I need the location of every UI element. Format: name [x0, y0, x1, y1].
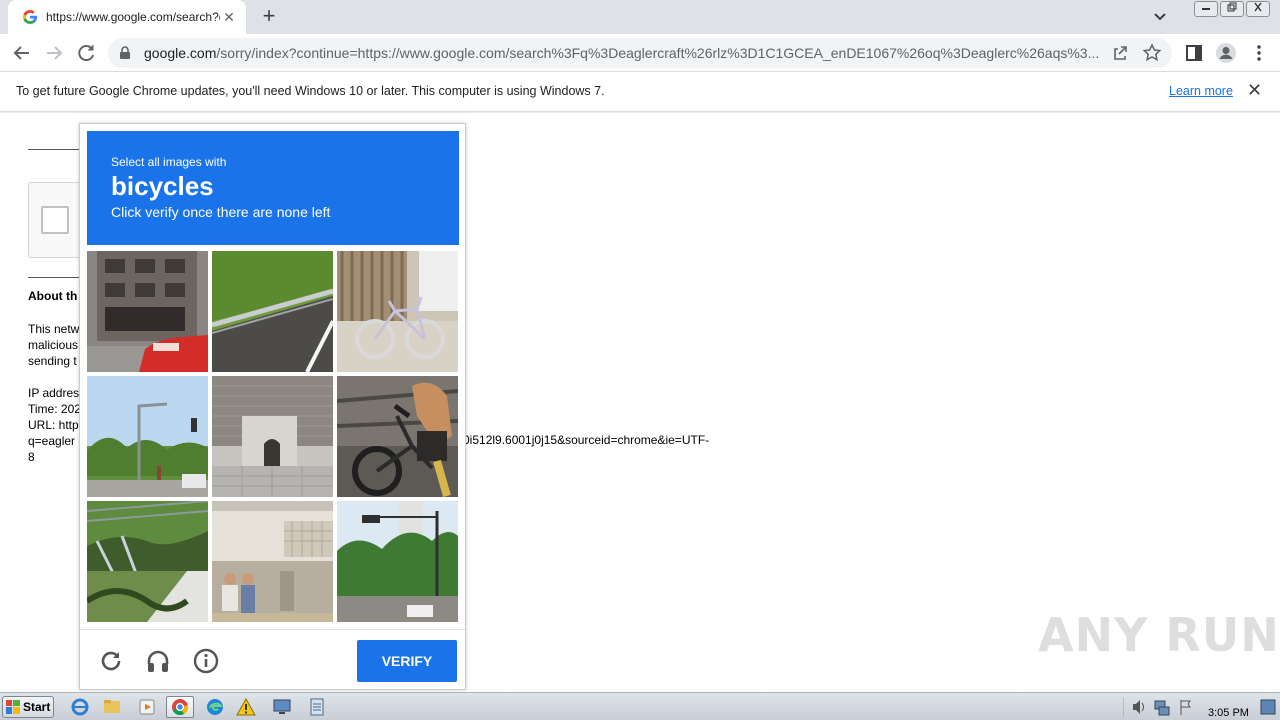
- captcha-hint: Click verify once there are none left: [111, 204, 331, 220]
- chevron-down-icon[interactable]: [1150, 8, 1170, 26]
- minimize-icon: [1202, 8, 1210, 10]
- url-tail-text: 0i512l9.6001j0j15&sourceid=chrome&ie=UTF…: [463, 433, 710, 447]
- minimize-button[interactable]: [1194, 1, 1218, 17]
- window-controls: [1194, 1, 1270, 17]
- media-player-icon[interactable]: [133, 696, 161, 718]
- captcha-challenge: Select all images with bicycles Click ve…: [79, 123, 466, 690]
- google-favicon-icon: [22, 9, 38, 25]
- address-bar[interactable]: google.com/sorry/index?continue=https://…: [108, 38, 1172, 68]
- taskbar-clock: 3:05 PM: [1208, 707, 1249, 719]
- captcha-tile[interactable]: [337, 501, 458, 622]
- person-on-bicycle-image: [337, 376, 458, 497]
- edge-icon[interactable]: [201, 696, 229, 718]
- new-tab-button[interactable]: +: [256, 5, 282, 29]
- recaptcha-checkbox[interactable]: [41, 206, 69, 234]
- lock-icon[interactable]: [118, 46, 132, 60]
- captcha-tile[interactable]: [212, 501, 333, 622]
- close-window-button[interactable]: [1246, 1, 1270, 17]
- profile-avatar-icon[interactable]: [1215, 42, 1237, 64]
- captcha-tile[interactable]: [87, 376, 208, 497]
- restore-button[interactable]: [1220, 1, 1244, 17]
- road-with-guardrail-image: [212, 251, 333, 372]
- internet-explorer-icon[interactable]: [66, 696, 94, 718]
- church-sign-people-image: [212, 501, 333, 622]
- url-line: URL: http: [28, 418, 79, 432]
- reload-icon[interactable]: [98, 648, 124, 674]
- headphones-icon[interactable]: [145, 648, 171, 674]
- ip-address-line: IP addres: [28, 386, 80, 400]
- file-explorer-icon[interactable]: [98, 696, 126, 718]
- captcha-tile[interactable]: [337, 376, 458, 497]
- url-text: google.com/sorry/index?continue=https://…: [144, 45, 1098, 61]
- bicycle-by-fence-image: [337, 251, 458, 372]
- tab-close-button[interactable]: ✕: [220, 8, 238, 26]
- update-infobar: To get future Google Chrome updates, you…: [0, 72, 1280, 112]
- tab-strip: https://www.google.com/search?q= ✕ +: [0, 0, 1280, 34]
- learn-more-link[interactable]: Learn more: [1169, 84, 1233, 98]
- reload-icon[interactable]: [73, 40, 99, 66]
- network-icon: [1154, 700, 1170, 716]
- url-host: google.com: [144, 45, 217, 61]
- building-entrance-image: [212, 376, 333, 497]
- captcha-header: Select all images with bicycles Click ve…: [87, 131, 459, 245]
- remote-desktop-icon[interactable]: [268, 696, 296, 718]
- start-button[interactable]: Start: [2, 696, 54, 718]
- browser-tab[interactable]: https://www.google.com/search?q= ✕: [8, 0, 246, 34]
- system-tray: [1123, 697, 1276, 717]
- about-heading: About th: [28, 289, 78, 303]
- infobar-close-button[interactable]: ✕: [1247, 80, 1262, 101]
- captcha-tile[interactable]: [212, 251, 333, 372]
- info-icon[interactable]: [193, 648, 219, 674]
- tab-title: https://www.google.com/search?q=: [46, 10, 220, 24]
- url-line: 8: [28, 450, 35, 464]
- windows-logo-icon: [6, 700, 20, 714]
- captcha-target: bicycles: [111, 171, 214, 201]
- captcha-tile[interactable]: [87, 501, 208, 622]
- verify-button[interactable]: VERIFY: [357, 640, 457, 682]
- balcony-with-plants-image: [87, 501, 208, 622]
- bookmark-star-icon[interactable]: [1142, 43, 1162, 63]
- street-with-traffic-light-2-image: [337, 501, 458, 622]
- action-center-flag-icon: [1180, 700, 1191, 715]
- back-icon[interactable]: [9, 40, 35, 66]
- show-desktop-icon: [1260, 699, 1276, 715]
- infobar-message: To get future Google Chrome updates, you…: [16, 84, 605, 98]
- captcha-instruction: Select all images with: [111, 155, 227, 169]
- restore-icon: [1227, 2, 1237, 12]
- about-para-line: This netw: [28, 322, 80, 336]
- anyrun-watermark: ANY RUN: [1038, 608, 1280, 662]
- forward-icon[interactable]: [41, 40, 67, 66]
- captcha-tile[interactable]: [87, 251, 208, 372]
- url-line: q=eagler: [28, 434, 76, 448]
- browser-toolbar: google.com/sorry/index?continue=https://…: [0, 34, 1280, 72]
- share-icon[interactable]: [1110, 43, 1130, 63]
- more-menu-icon[interactable]: [1248, 42, 1270, 64]
- side-panel-icon[interactable]: [1183, 42, 1205, 64]
- warning-icon[interactable]: [232, 696, 260, 718]
- start-label: Start: [23, 700, 51, 714]
- time-line: Time: 202: [28, 402, 81, 416]
- captcha-footer: VERIFY: [80, 629, 465, 689]
- url-path: /sorry/index?continue=https://www.google…: [216, 45, 1098, 61]
- about-para-line: malicious: [28, 338, 79, 352]
- chrome-icon: [172, 699, 189, 716]
- notepad-icon[interactable]: [303, 696, 331, 718]
- taskbar: Start: [0, 692, 1280, 720]
- captcha-grid: [87, 251, 459, 623]
- chrome-taskbar-button[interactable]: [166, 696, 194, 718]
- captcha-tile[interactable]: [212, 376, 333, 497]
- building-with-red-car-image: [87, 251, 208, 372]
- close-icon: [1254, 2, 1262, 12]
- captcha-tile[interactable]: [337, 251, 458, 372]
- about-para-line: sending t: [28, 354, 77, 368]
- street-with-traffic-light-image: [87, 376, 208, 497]
- volume-icon: [1133, 700, 1144, 714]
